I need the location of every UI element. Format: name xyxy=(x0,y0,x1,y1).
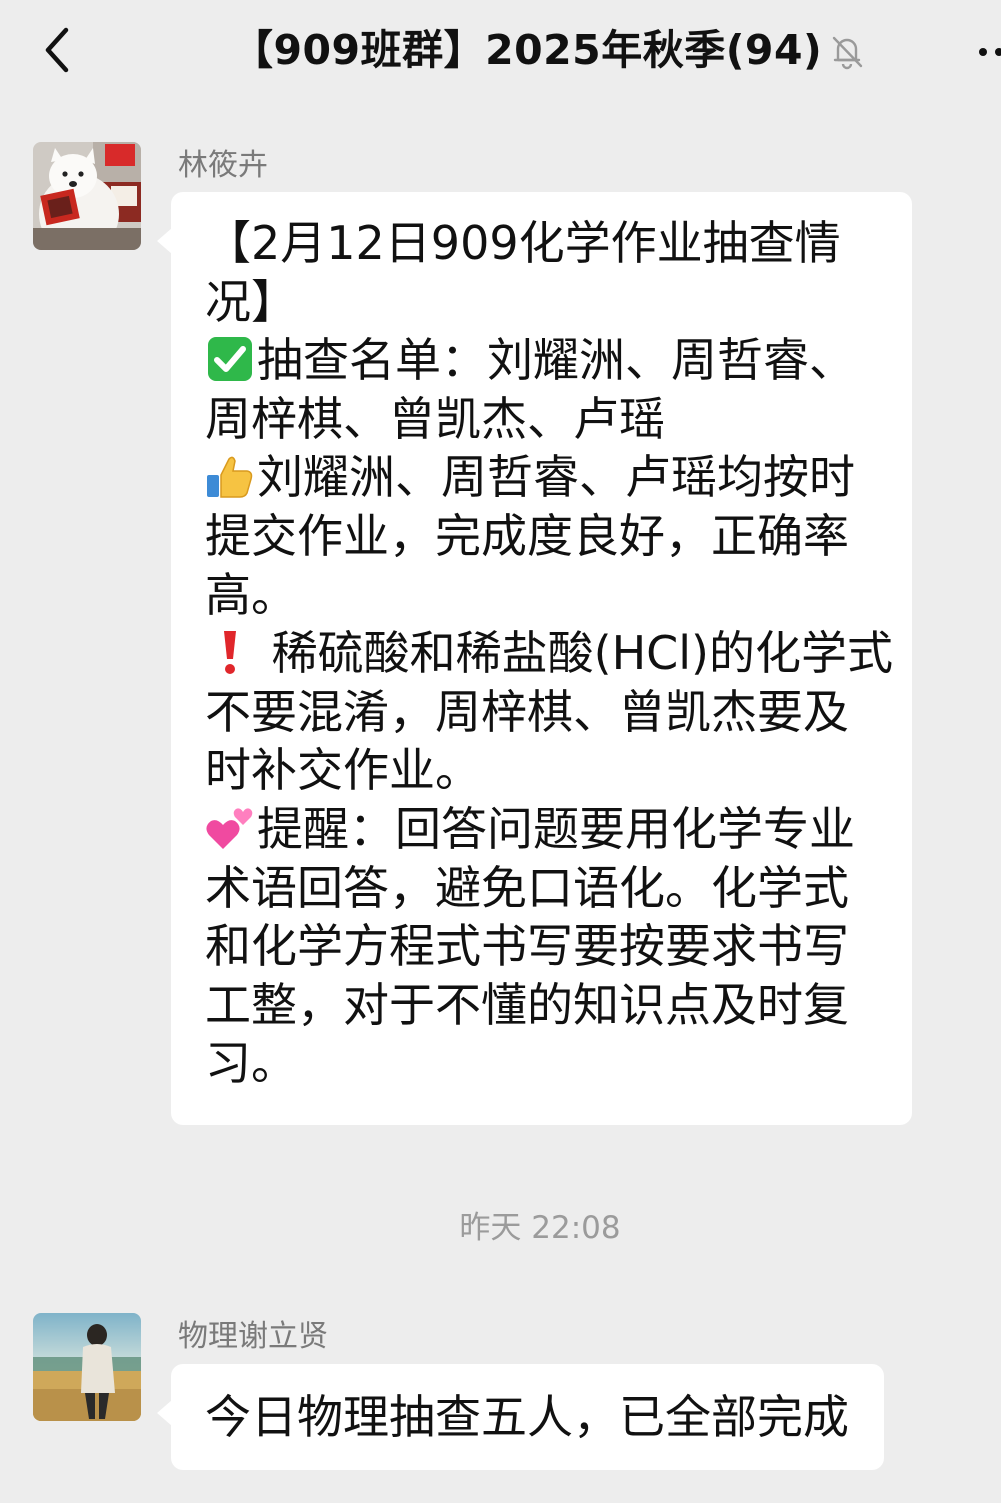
chevron-left-icon xyxy=(45,27,69,73)
avatar-beach-image xyxy=(33,1313,141,1421)
message-line-text: 术语回答，避免口语化。化学式 xyxy=(205,860,849,915)
message-line: 提交作业，完成度良好，正确率 xyxy=(205,507,895,566)
bell-off-icon xyxy=(826,30,868,72)
message-line-text: 提醒：回答问题要用化学专业 xyxy=(257,801,855,856)
exclamation-icon xyxy=(205,627,255,677)
thumbs-up-icon xyxy=(205,451,255,501)
message-line-text: 周梓棋、曾凯杰、卢瑶 xyxy=(205,391,665,446)
avatar-sender-1[interactable] xyxy=(33,142,141,250)
message-line-text: 时补交作业。 xyxy=(205,743,481,798)
sender-name: 物理谢立贤 xyxy=(178,1319,328,1354)
message-line: 抽查名单：刘耀洲、周哲睿、 xyxy=(205,331,895,390)
message-line-text: 工整，对于不懂的知识点及时复 xyxy=(205,977,849,1032)
message-line: 周梓棋、曾凯杰、卢瑶 xyxy=(205,390,895,449)
message-line: 工整，对于不懂的知识点及时复 xyxy=(205,976,895,1035)
message-line-text: 提交作业，完成度良好，正确率 xyxy=(205,508,849,563)
back-button[interactable] xyxy=(30,20,90,80)
message-line: 提醒：回答问题要用化学专业 xyxy=(205,800,895,859)
avatar-sender-2[interactable] xyxy=(33,1313,141,1421)
check-mark-icon xyxy=(205,334,255,384)
message-line: 习。 xyxy=(205,1034,895,1093)
message-bubble[interactable]: 【2月12日909化学作业抽查情 况】 抽查名单：刘耀洲、周哲睿、 周梓棋、曾凯杰、卢… xyxy=(157,192,912,1125)
message-text: 今日物理抽查五人，已全部完成 xyxy=(205,1388,895,1447)
message-bubble[interactable]: 今日物理抽查五人，已全部完成 xyxy=(157,1364,884,1470)
message-line-text: 【2月12日909化学作业抽查情 xyxy=(205,216,841,270)
message-line: 【2月12日909化学作业抽查情 xyxy=(205,214,895,273)
message-text: 【2月12日909化学作业抽查情 况】 抽查名单：刘耀洲、周哲睿、 周梓棋、曾凯杰、卢… xyxy=(205,214,895,1093)
message-line: 今日物理抽查五人，已全部完成 xyxy=(205,1388,895,1447)
message-line-text: 今日物理抽查五人，已全部完成 xyxy=(205,1390,849,1444)
message-timestamp: 昨天 22:08 xyxy=(459,1210,621,1246)
more-button[interactable] xyxy=(966,36,1001,66)
message-line-text: 习。 xyxy=(205,1036,297,1091)
message-line-text: 和化学方程式书写要按要求书写 xyxy=(205,919,849,974)
more-dots-icon xyxy=(979,48,1001,56)
message-line: 不要混淆，周梓棋、曾凯杰要及 xyxy=(205,683,895,742)
message-line-text: 不要混淆，周梓棋、曾凯杰要及 xyxy=(205,684,849,739)
message-line: 时补交作业。 xyxy=(205,741,895,800)
message-line-text: 稀硫酸和稀盐酸(HCl)的化学式 xyxy=(257,626,894,681)
message-line-text: 高。 xyxy=(205,567,297,622)
sender-name: 林筱卉 xyxy=(178,148,268,183)
message-line-text: 况】 xyxy=(205,274,297,329)
message-line: 和化学方程式书写要按要求书写 xyxy=(205,917,895,976)
message-line-text: 刘耀洲、周哲睿、卢瑶均按时 xyxy=(257,450,855,505)
message-line: 术语回答，避免口语化。化学式 xyxy=(205,859,895,918)
message-line: 高。 xyxy=(205,566,895,625)
avatar-dog-image xyxy=(33,142,141,250)
message-line: 刘耀洲、周哲睿、卢瑶均按时 xyxy=(205,448,895,507)
two-hearts-icon xyxy=(205,803,255,853)
chat-title: 【909班群】2025年秋季(94) xyxy=(232,26,823,74)
message-line: 况】 xyxy=(205,273,895,332)
message-line-text: 抽查名单：刘耀洲、周哲睿、 xyxy=(257,333,855,388)
chat-header: 【909班群】2025年秋季(94) xyxy=(0,0,1001,104)
message-line: 稀硫酸和稀盐酸(HCl)的化学式 xyxy=(205,624,895,683)
